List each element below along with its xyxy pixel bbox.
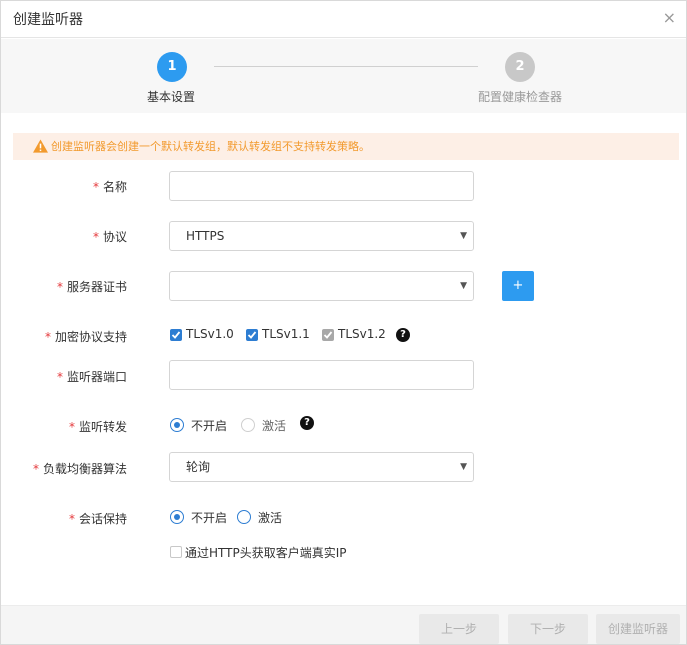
warning-text: 创建监听器会创建一个默认转发组，默认转发组不支持转发策略。: [51, 140, 370, 153]
tls-help-icon[interactable]: ?: [396, 328, 410, 342]
prev-button[interactable]: 上一步: [419, 614, 499, 644]
forwarding-label: * 监听转发: [68, 420, 127, 434]
port-input[interactable]: [169, 360, 474, 390]
forwarding-on-radio[interactable]: [241, 418, 255, 432]
real-ip-checkbox[interactable]: [170, 546, 182, 558]
tlsv10-checkbox[interactable]: [170, 329, 182, 341]
forwarding-off-radio[interactable]: [170, 418, 184, 432]
dropdown-arrow-icon: ▼: [460, 462, 467, 472]
tlsv10-label: TLSv1.0: [186, 327, 234, 341]
dialog-footer: 上一步 下一步 创建监听器: [1, 605, 686, 644]
forwarding-off-label: 不开启: [191, 419, 228, 433]
create-listener-dialog: 创建监听器 × 1 2 基本设置 配置健康检查器 创建监听器会创建一个默认转发组…: [0, 0, 687, 645]
protocol-label: * 协议: [92, 230, 127, 244]
real-ip-label: 通过HTTP头获取客户端真实IP: [185, 546, 347, 560]
algorithm-label: * 负载均衡器算法: [32, 462, 127, 476]
session-label: * 会话保持: [68, 512, 127, 526]
protocol-select[interactable]: HTTPS ▼: [169, 221, 474, 251]
name-input[interactable]: [169, 171, 474, 201]
dialog-header: 创建监听器 ×: [1, 1, 686, 38]
step-1-indicator: 1: [157, 52, 187, 82]
algorithm-select[interactable]: 轮询 ▼: [169, 452, 474, 482]
step-1-label: 基本设置: [147, 90, 196, 104]
step-connector: [214, 66, 478, 67]
certificate-select[interactable]: ▼: [169, 271, 474, 301]
create-listener-button[interactable]: 创建监听器: [596, 614, 680, 644]
session-on-label: 激活: [258, 511, 283, 525]
close-icon[interactable]: ×: [663, 10, 676, 26]
dropdown-arrow-icon: ▼: [460, 231, 467, 241]
session-off-label: 不开启: [191, 511, 228, 525]
tlsv11-checkbox[interactable]: [246, 329, 258, 341]
certificate-label: * 服务器证书: [56, 280, 127, 294]
tlsv12-label: TLSv1.2: [338, 327, 386, 341]
dialog-title: 创建监听器: [13, 12, 83, 28]
wizard-steps: 1 2 基本设置 配置健康检查器: [1, 39, 686, 113]
tls-label: * 加密协议支持: [44, 330, 127, 344]
add-certificate-button[interactable]: +: [502, 271, 534, 301]
step-2-label: 配置健康检查器: [478, 90, 563, 104]
dropdown-arrow-icon: ▼: [460, 281, 467, 291]
tlsv12-checkbox: [322, 329, 334, 341]
forwarding-on-label: 激活: [262, 419, 287, 433]
step-2-indicator: 2: [505, 52, 535, 82]
warning-triangle-icon: [33, 139, 48, 153]
warning-banner: 创建监听器会创建一个默认转发组，默认转发组不支持转发策略。: [13, 133, 679, 160]
port-label: * 监听器端口: [56, 370, 127, 384]
next-button[interactable]: 下一步: [508, 614, 588, 644]
tlsv11-label: TLSv1.1: [262, 327, 310, 341]
required-mark: *: [92, 180, 99, 194]
algorithm-value: 轮询: [186, 460, 211, 474]
protocol-value: HTTPS: [186, 229, 225, 243]
name-label: * 名称: [92, 180, 127, 194]
session-off-radio[interactable]: [170, 510, 184, 524]
forwarding-help-icon[interactable]: ?: [300, 416, 314, 430]
session-on-radio[interactable]: [237, 510, 251, 524]
